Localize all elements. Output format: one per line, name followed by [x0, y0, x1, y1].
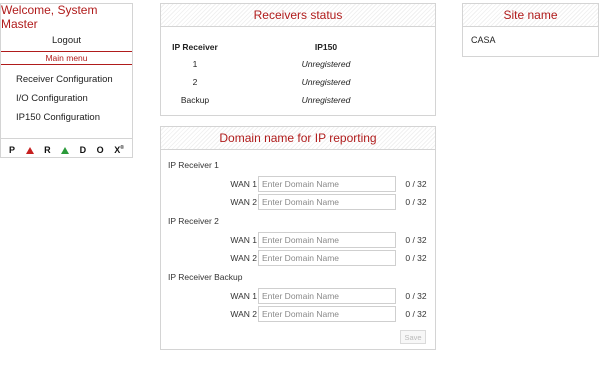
- receiver-backup-wan-2-input[interactable]: [258, 306, 396, 322]
- receiver-1-wan-2-input[interactable]: [258, 194, 396, 210]
- site-name-value: CASA: [471, 35, 496, 45]
- char-counter: 0 / 32: [405, 253, 427, 263]
- receiver-status: Unregistered: [301, 95, 351, 105]
- wan-label: WAN 1: [230, 291, 257, 301]
- site-name-panel: Site name CASA: [462, 3, 599, 57]
- receiver-1-wan-1-input[interactable]: [258, 176, 396, 192]
- char-counter: 0 / 32: [405, 197, 427, 207]
- domain-name-panel: Domain name for IP reporting IP Receiver…: [160, 126, 436, 350]
- wan-row: WAN 1 0 / 32: [161, 288, 435, 304]
- status-row: 1 Unregistered: [161, 59, 435, 73]
- char-counter: 0 / 32: [405, 291, 427, 301]
- wan-label: WAN 2: [230, 253, 257, 263]
- char-counter: 0 / 32: [405, 235, 427, 245]
- col-ip150: IP150: [314, 42, 338, 52]
- main-menu-panel: Welcome, System Master Logout Main menu …: [0, 3, 133, 158]
- logo-letter: D: [79, 145, 87, 155]
- status-row: 2 Unregistered: [161, 77, 435, 91]
- receiver-status: Unregistered: [301, 77, 351, 87]
- wan-label: WAN 2: [230, 309, 257, 319]
- menu-item-ip150-configuration[interactable]: IP150 Configuration: [1, 108, 132, 127]
- receiver-id: Backup: [180, 95, 210, 105]
- wan-row: WAN 2 0 / 32: [161, 306, 435, 322]
- col-ip-receiver: IP Receiver: [172, 42, 218, 52]
- logo-letter: O: [96, 145, 104, 155]
- receiver-2-wan-1-input[interactable]: [258, 232, 396, 248]
- wan-label: WAN 2: [230, 197, 257, 207]
- receiver-2-wan-2-input[interactable]: [258, 250, 396, 266]
- site-name-title: Site name: [463, 4, 598, 27]
- char-counter: 0 / 32: [405, 179, 427, 189]
- logo-letter: X®: [114, 145, 124, 155]
- domain-name-title: Domain name for IP reporting: [161, 127, 435, 150]
- logo-red-triangle-icon: [25, 146, 34, 154]
- menu-item-receiver-configuration[interactable]: Receiver Configuration: [1, 70, 132, 89]
- welcome-title: Welcome, System Master: [1, 3, 98, 31]
- logo-letter: P: [9, 145, 16, 155]
- wan-row: WAN 1 0 / 32: [161, 232, 435, 248]
- wan-row: WAN 2 0 / 32: [161, 194, 435, 210]
- logo-letter: R: [44, 145, 51, 155]
- save-button[interactable]: Save: [400, 330, 426, 344]
- receiver-id: 1: [192, 59, 198, 69]
- logo-green-triangle-icon: [61, 146, 70, 154]
- wan-label: WAN 1: [230, 235, 257, 245]
- group-label-ip-receiver-backup: IP Receiver Backup: [168, 272, 243, 282]
- group-label-ip-receiver-2: IP Receiver 2: [168, 216, 219, 226]
- status-header-row: IP Receiver IP150: [161, 42, 435, 56]
- receivers-status-panel: Receivers status IP Receiver IP150 1 Unr…: [160, 3, 436, 116]
- char-counter: 0 / 32: [405, 309, 427, 319]
- receiver-id: 2: [192, 77, 198, 87]
- domain-form: IP Receiver 1 WAN 1 0 / 32 WAN 2 0 / 32 …: [161, 150, 435, 350]
- receiver-status: Unregistered: [301, 59, 351, 69]
- menu-item-io-configuration[interactable]: I/O Configuration: [1, 89, 132, 108]
- receiver-backup-wan-1-input[interactable]: [258, 288, 396, 304]
- group-label-ip-receiver-1: IP Receiver 1: [168, 160, 219, 170]
- logout-link[interactable]: Logout: [1, 30, 132, 51]
- wan-label: WAN 1: [230, 179, 257, 189]
- wan-row: WAN 2 0 / 32: [161, 250, 435, 266]
- paradox-logo: P R D O X®: [1, 138, 132, 157]
- wan-row: WAN 1 0 / 32: [161, 176, 435, 192]
- main-menu-header: Main menu: [1, 51, 132, 65]
- receivers-status-title: Receivers status: [161, 4, 435, 27]
- status-row: Backup Unregistered: [161, 95, 435, 109]
